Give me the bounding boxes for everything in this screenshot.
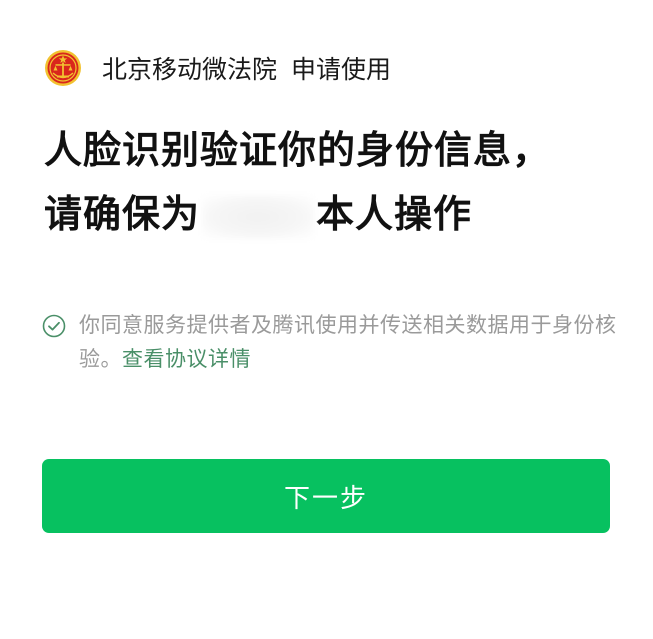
check-circle-icon[interactable]: [42, 314, 66, 338]
app-header: 北京移动微法院 申请使用: [44, 46, 391, 90]
app-name: 北京移动微法院: [102, 55, 278, 84]
consent-row: 你同意服务提供者及腾讯使用并传送相关数据用于身份核验。查看协议详情: [42, 308, 617, 376]
redacted-name: [202, 194, 315, 239]
title-line-2-prefix: 请确保为: [44, 192, 201, 236]
next-button[interactable]: 下一步: [42, 459, 610, 533]
title-line-1: 人脸识别验证你的身份信息，: [44, 128, 552, 172]
face-verification-page: 北京移动微法院 申请使用 人脸识别验证你的身份信息， 请确保为 本人操作 你同意服…: [0, 0, 653, 639]
title-line-2-suffix: 本人操作: [316, 192, 473, 236]
app-action-text: 申请使用: [291, 55, 392, 84]
agreement-details-link[interactable]: 查看协议详情: [122, 347, 251, 371]
court-emblem-icon: [44, 49, 82, 87]
page-title: 人脸识别验证你的身份信息， 请确保为 本人操作: [44, 118, 624, 246]
consent-text: 你同意服务提供者及腾讯使用并传送相关数据用于身份核验。查看协议详情: [79, 308, 617, 376]
title-line-2: 请确保为 本人操作: [44, 182, 624, 246]
